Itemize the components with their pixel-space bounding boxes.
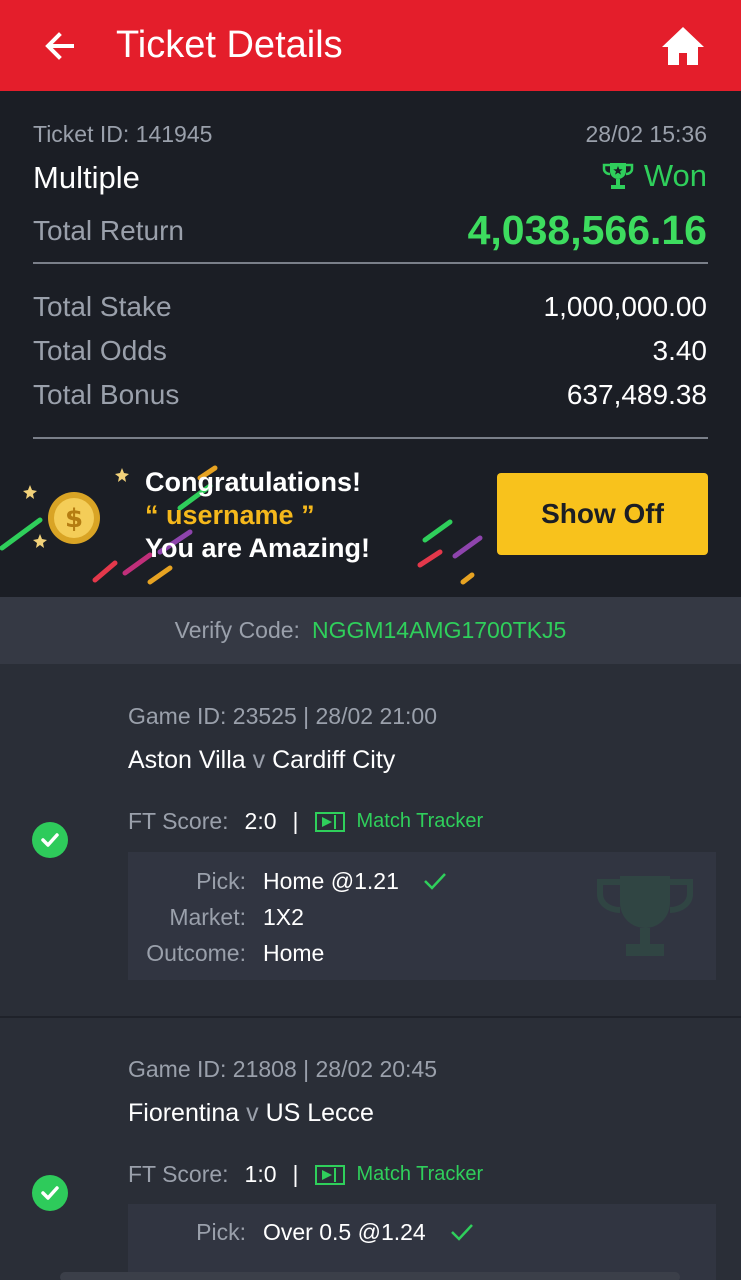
match-tracker-icon[interactable] bbox=[314, 1164, 345, 1185]
total-bonus-label: Total Bonus bbox=[33, 379, 180, 410]
won-check-icon bbox=[32, 1175, 68, 1211]
match-tracker-link[interactable]: Match Tracker bbox=[357, 1163, 484, 1186]
page-title: Ticket Details bbox=[116, 24, 343, 66]
total-return-value: 4,038,566.16 bbox=[467, 207, 707, 253]
ft-score-row: FT Score: 2:0 | Match Tracker bbox=[128, 808, 484, 834]
pick-label: Pick: bbox=[196, 1219, 246, 1245]
home-team: Fiorentina bbox=[128, 1099, 240, 1127]
home-button[interactable] bbox=[660, 24, 706, 68]
total-bonus-value: 637,489.38 bbox=[566, 379, 707, 410]
verify-code-value[interactable]: NGGM14AMG1700TKJ5 bbox=[312, 617, 566, 644]
game-id-line: Game ID: 23525 | 28/02 21:00 bbox=[128, 703, 438, 729]
outcome-label: Outcome: bbox=[146, 940, 246, 966]
match-tracker-link[interactable]: Match Tracker bbox=[357, 810, 484, 833]
versus-label: v bbox=[246, 1099, 259, 1127]
match-tracker-icon[interactable] bbox=[314, 811, 345, 832]
verify-code-label: Verify Code: bbox=[174, 617, 300, 643]
congrats-username: “ username ” bbox=[145, 500, 315, 530]
divider bbox=[33, 262, 708, 264]
checkmark-icon bbox=[451, 1224, 474, 1241]
app-header: Ticket Details bbox=[0, 0, 741, 91]
total-odds-label: Total Odds bbox=[33, 335, 167, 366]
show-off-button[interactable]: Show Off bbox=[497, 473, 708, 555]
total-odds-value: 3.40 bbox=[652, 335, 708, 366]
arrow-left-icon bbox=[45, 32, 74, 60]
ft-score-label: FT Score: bbox=[128, 808, 229, 834]
verify-code-bar: Verify Code: NGGM14AMG1700TKJ5 bbox=[0, 597, 741, 664]
svg-text:$: $ bbox=[65, 504, 83, 534]
game-id-line: Game ID: 21808 | 28/02 20:45 bbox=[128, 1056, 438, 1082]
bet-type: Multiple bbox=[33, 160, 140, 195]
ft-score-label: FT Score: bbox=[128, 1161, 229, 1187]
total-stake-value: 1,000,000.00 bbox=[543, 291, 708, 322]
status-badge: Won bbox=[602, 158, 707, 194]
pick-details-box: Pick: Home @1.21 Market: 1X2 Outcome: Ho… bbox=[128, 852, 716, 980]
match-teams: Aston Villa v Cardiff City bbox=[128, 746, 395, 775]
bottom-handle bbox=[60, 1272, 680, 1280]
away-team: US Lecce bbox=[265, 1099, 374, 1127]
total-stake-label: Total Stake bbox=[33, 291, 172, 322]
market-label: Market: bbox=[169, 904, 246, 930]
pick-details-box: Pick: Over 0.5 @1.24 bbox=[128, 1204, 716, 1280]
game-divider bbox=[0, 1016, 741, 1018]
congrats-line3: You are Amazing! bbox=[145, 533, 371, 563]
pick-value: Home @1.21 bbox=[263, 868, 447, 895]
status-text: Won bbox=[643, 158, 707, 193]
ft-score-row: FT Score: 1:0 | Match Tracker bbox=[128, 1161, 484, 1187]
checkmark-icon bbox=[424, 873, 447, 890]
trophy-icon bbox=[602, 163, 634, 189]
pick-label: Pick: bbox=[196, 868, 246, 894]
won-check-icon bbox=[32, 822, 68, 858]
total-return-label: Total Return bbox=[33, 215, 184, 246]
congrats-line1: Congratulations! bbox=[145, 467, 361, 497]
versus-label: v bbox=[252, 746, 266, 774]
outcome-value: Home bbox=[263, 940, 325, 966]
ft-score-value: 2:0 bbox=[244, 808, 277, 834]
market-value: 1X2 bbox=[263, 904, 304, 930]
home-team: Aston Villa bbox=[128, 746, 246, 774]
divider bbox=[33, 437, 708, 439]
dollar-coin-icon: $ bbox=[48, 492, 100, 544]
match-teams: Fiorentina v US Lecce bbox=[128, 1099, 374, 1128]
away-team: Cardiff City bbox=[272, 746, 396, 774]
ticket-datetime: 28/02 15:36 bbox=[585, 121, 707, 147]
pick-value: Over 0.5 @1.24 bbox=[263, 1219, 474, 1246]
congrats-message: Congratulations! “ username ” You are Am… bbox=[145, 466, 370, 565]
trophy-watermark-icon bbox=[597, 876, 693, 956]
ticket-id: Ticket ID: 141945 bbox=[33, 121, 213, 147]
ft-score-value: 1:0 bbox=[244, 1161, 277, 1187]
home-icon bbox=[662, 27, 704, 65]
back-button[interactable] bbox=[40, 26, 80, 66]
